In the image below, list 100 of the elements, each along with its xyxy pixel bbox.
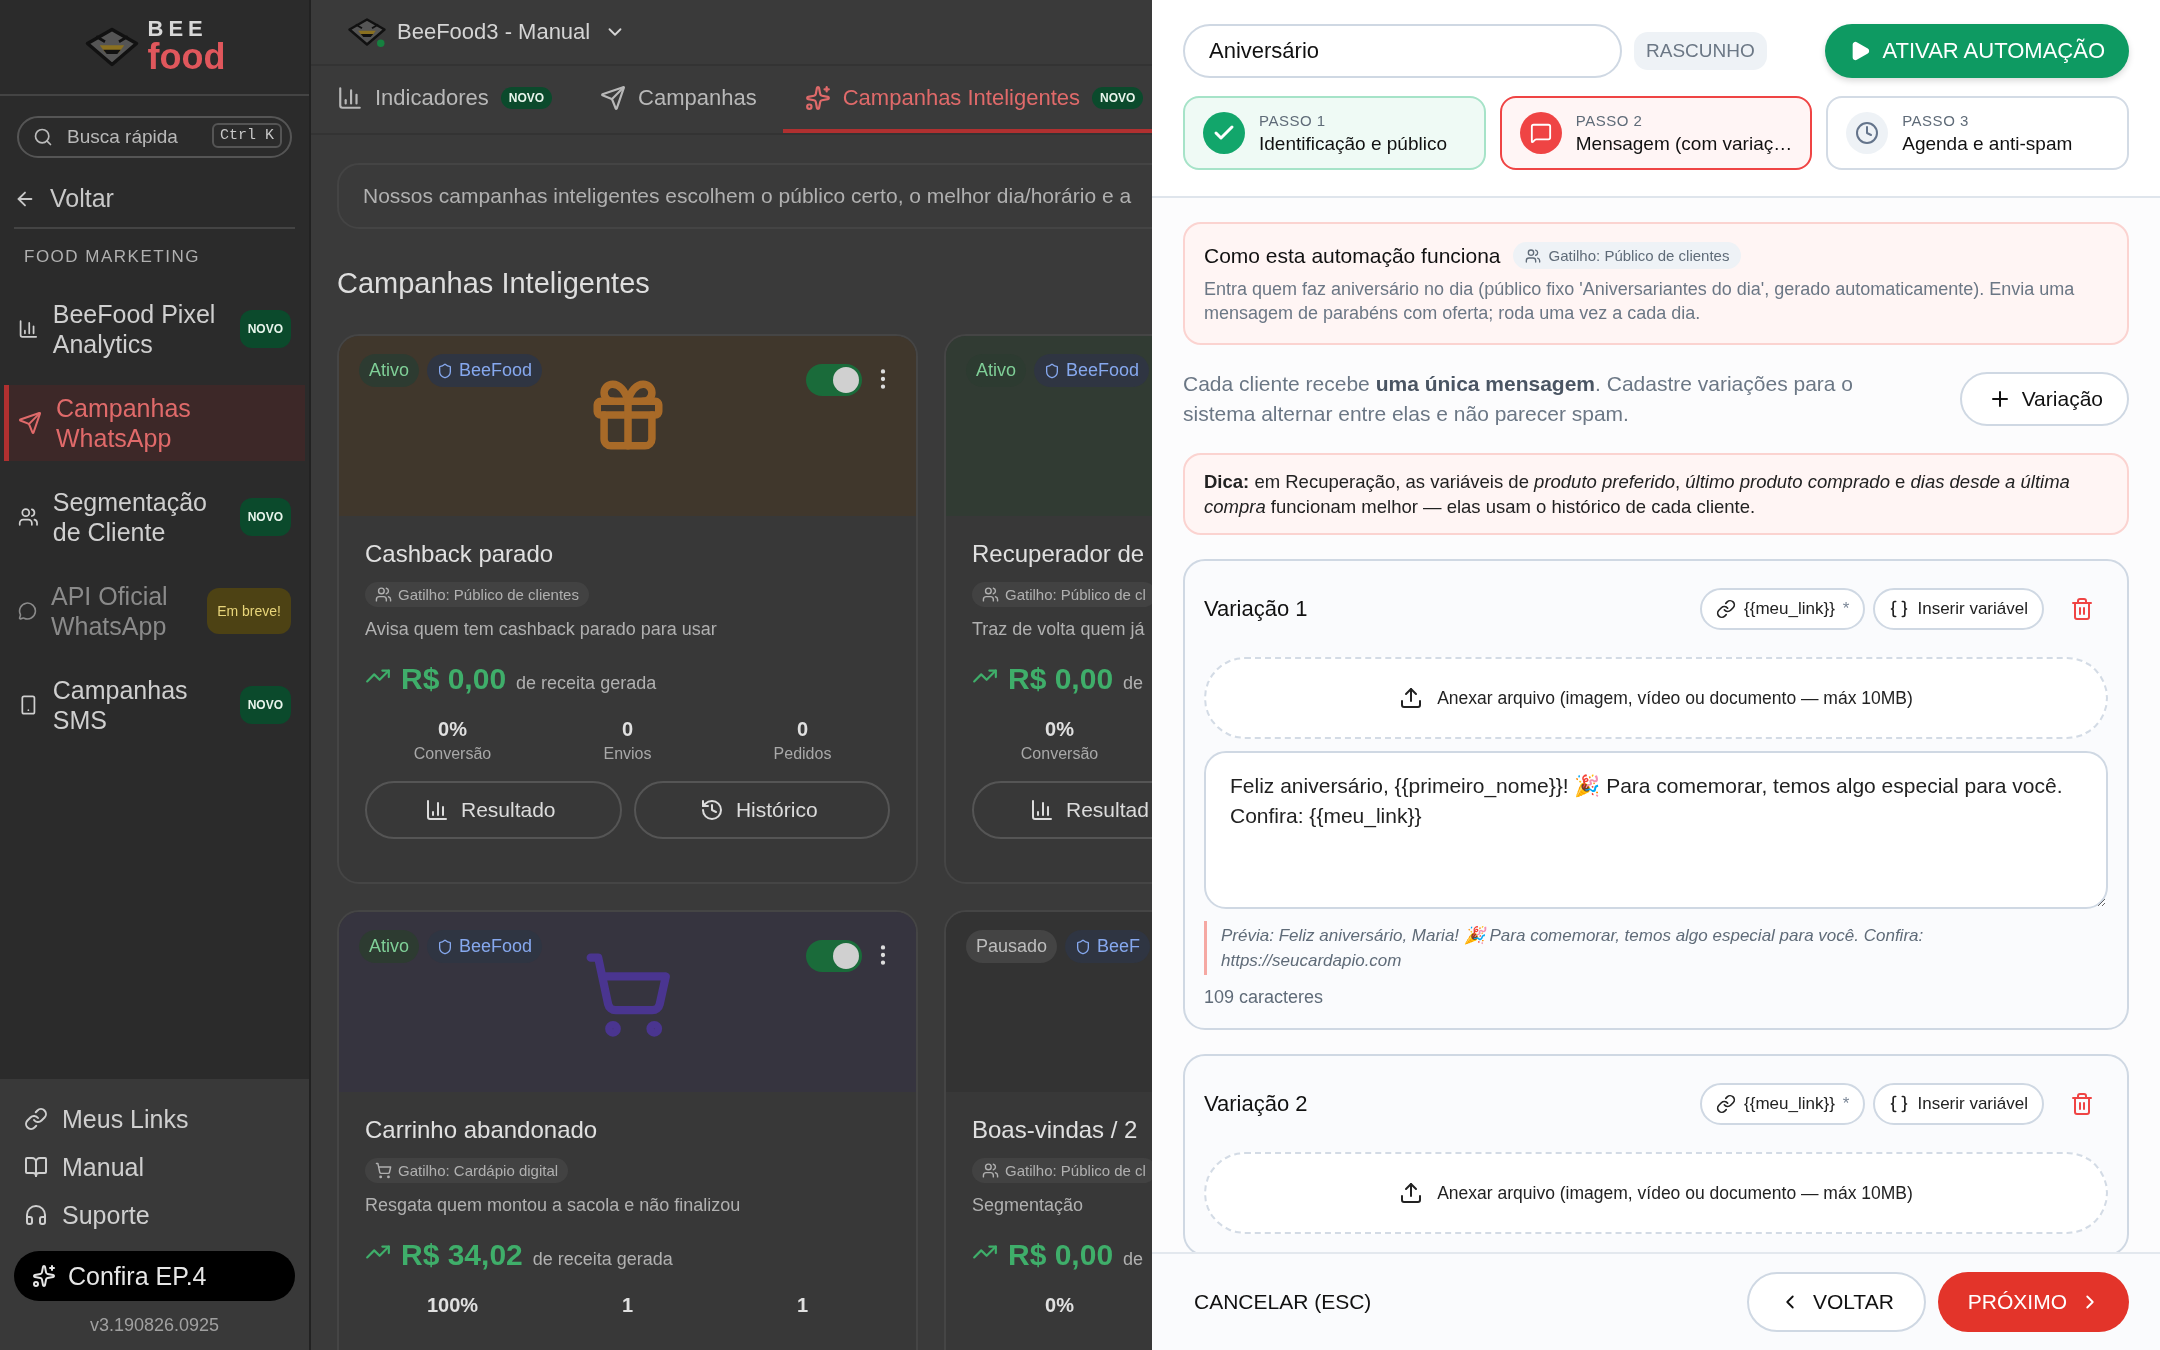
- status-badge: Ativo: [966, 354, 1027, 387]
- tab[interactable]: Indicadores NOVO: [337, 66, 575, 133]
- trigger-label: Gatilho: Público de clientes: [1548, 247, 1730, 264]
- toggle-switch[interactable]: [806, 940, 862, 972]
- revenue-value: R$ 34,02: [401, 1238, 523, 1272]
- status-badge: Pausado: [966, 930, 1058, 963]
- metric-label: Envios: [603, 745, 652, 763]
- history-icon: [699, 798, 724, 822]
- metric-value: 0: [621, 718, 634, 741]
- cancel-button[interactable]: CANCELAR (ESC): [1194, 1290, 1372, 1314]
- bar-chart-icon: [337, 84, 363, 111]
- back-link[interactable]: Voltar: [14, 184, 295, 229]
- status-badge: RASCUNHO: [1634, 32, 1767, 70]
- metric-value: 0%: [1045, 1294, 1074, 1317]
- card-title: Recuperador de: [972, 540, 1146, 568]
- sidebar-item[interactable]: Campanhas WhatsApp: [4, 385, 305, 461]
- new-badge: NOVO: [239, 686, 291, 724]
- sidebar-item[interactable]: Campanhas SMS NOVO: [4, 667, 305, 743]
- card-description: Avisa quem tem cashback parado para usar: [365, 619, 718, 640]
- tip-text: Dica: em Recuperação, as variáveis de produto preferido, último produto comprado e dias desde a última compra funcionam melhor — elas usam o histórico de cada cliente.: [1204, 470, 2071, 519]
- card-action-button[interactable]: Resultado: [365, 781, 622, 839]
- step-label: PASSO 1: [1259, 111, 1327, 129]
- link-variable-chip[interactable]: {{meu_link}} *: [1700, 1083, 1866, 1125]
- status-badge: Ativo: [359, 930, 420, 963]
- character-count: 109 caracteres: [1204, 987, 1325, 1008]
- footer-link[interactable]: Suporte: [14, 1191, 295, 1239]
- link-icon: [24, 1107, 48, 1131]
- footer-link[interactable]: Manual: [14, 1143, 295, 1191]
- chat-icon: [1529, 122, 1552, 144]
- link-icon: [1716, 1094, 1737, 1114]
- card-title: Carrinho abandonado: [365, 1116, 599, 1144]
- insert-variable-button[interactable]: Inserir variável: [1873, 588, 2044, 630]
- sidebar-item[interactable]: BeeFood Pixel Analytics NOVO: [4, 291, 305, 367]
- tab[interactable]: Campanhas: [600, 66, 779, 133]
- logo-text: food: [147, 40, 226, 75]
- trigger-label: Gatilho: Público de cl: [1005, 586, 1146, 603]
- revenue-label: de: [1123, 1249, 1144, 1270]
- attach-file-button[interactable]: Anexar arquivo (imagem, vídeo ou documento — máx 10MB): [1204, 657, 2108, 739]
- footer-link[interactable]: Meus Links: [14, 1095, 295, 1143]
- step-title: Agenda e anti-spam: [1902, 132, 2073, 155]
- metric-value: 0%: [1045, 718, 1074, 741]
- metric-label: Conversão: [1020, 745, 1099, 763]
- message-field[interactable]: Feliz aniversário, {{primeiro_nome}}! 🎉 Para comemorar, temos algo especial para você. Confira: {{meu_link}}: [1204, 751, 2108, 909]
- back-button[interactable]: VOLTAR: [1746, 1272, 1926, 1332]
- trash-icon: [2070, 1092, 2094, 1116]
- metric-label: Conversão: [413, 745, 492, 763]
- upload-icon: [1399, 1181, 1424, 1205]
- trigger-label: Gatilho: Público de cl: [1005, 1162, 1146, 1179]
- status-badge: Ativo: [359, 354, 420, 387]
- link-variable-chip[interactable]: {{meu_link}} *: [1700, 588, 1866, 630]
- metric-value: 0: [796, 718, 809, 741]
- new-badge: NOVO: [1092, 86, 1144, 109]
- sidebar-item[interactable]: Segmentação de Cliente NOVO: [4, 479, 305, 555]
- card-action-button[interactable]: Resultad: [972, 781, 1152, 839]
- toggle-switch[interactable]: [806, 364, 862, 396]
- step-label: PASSO 2: [1575, 111, 1644, 129]
- trigger-label: Gatilho: Público de clientes: [398, 586, 579, 603]
- step-card[interactable]: PASSO 3 Agenda e anti-spam: [1826, 96, 2129, 170]
- insert-variable-button[interactable]: Inserir variável: [1873, 1083, 2044, 1125]
- activate-button[interactable]: ATIVAR AUTOMAÇÃO: [1824, 24, 2129, 78]
- bar-chart-icon: [424, 798, 449, 822]
- headphones-icon: [24, 1203, 48, 1227]
- revenue-value: R$ 0,00: [1008, 662, 1114, 696]
- version-label: v3.190826.0925: [88, 1315, 221, 1336]
- book-icon: [24, 1155, 48, 1179]
- info-banner: Nossos campanhas inteligentes escolhem o público certo, o melhor dia/horário e a: [337, 163, 1152, 229]
- card-action-button[interactable]: Histórico: [633, 781, 890, 839]
- add-variation-button[interactable]: Variação: [1959, 372, 2129, 426]
- bar-chart-icon: [1030, 798, 1054, 822]
- card-description: Traz de volta quem já: [972, 619, 1146, 640]
- new-badge: NOVO: [239, 310, 291, 348]
- info-text: Entra quem faz aniversário no dia (público fixo 'Aniversariantes do dia', gerado automaticamente). Envia uma mensagem de parabéns com oferta; roda uma vez a cada dia.: [1204, 278, 2076, 325]
- clock-icon: [1855, 121, 1880, 145]
- users-icon: [982, 586, 999, 603]
- store-selector[interactable]: BeeFood3 - Manual: [397, 19, 627, 45]
- attach-file-button[interactable]: Anexar arquivo (imagem, vídeo ou documento — máx 10MB): [1204, 1152, 2108, 1234]
- braces-icon: [1889, 1094, 1910, 1114]
- next-button[interactable]: PRÓXIMO: [1937, 1272, 2129, 1332]
- revenue-value: R$ 0,00: [1008, 1238, 1114, 1272]
- metric-value: 0%: [438, 718, 467, 741]
- cart-icon: [375, 1162, 392, 1179]
- bee-logo-icon: [83, 26, 140, 68]
- card-title: Cashback parado: [365, 540, 555, 568]
- trash-icon: [2070, 597, 2094, 621]
- promo-button[interactable]: Confira EP.4: [14, 1251, 295, 1301]
- sparkles-icon: [32, 1264, 56, 1288]
- coming-soon-badge: Em breve!: [207, 588, 291, 634]
- page-heading: Campanhas Inteligentes: [337, 267, 651, 300]
- paper-plane-icon: [18, 411, 42, 435]
- shortcut-key: Ctrl K: [212, 123, 282, 148]
- step-title: Identificação e público: [1259, 132, 1447, 155]
- step-card[interactable]: PASSO 2 Mensagem (com variaç…: [1499, 96, 1813, 170]
- name-field[interactable]: Aniversário: [1183, 24, 1622, 78]
- info-title: Como esta automação funciona: [1204, 243, 1501, 268]
- variation-title: Variação 2: [1204, 1091, 1308, 1117]
- revenue-value: R$ 0,00: [401, 662, 507, 696]
- brand-label: BeeFood: [1066, 360, 1140, 381]
- shield-icon: [1044, 362, 1061, 379]
- step-card[interactable]: PASSO 1 Identificação e público: [1183, 96, 1486, 170]
- metric-value: 1: [796, 1294, 809, 1317]
